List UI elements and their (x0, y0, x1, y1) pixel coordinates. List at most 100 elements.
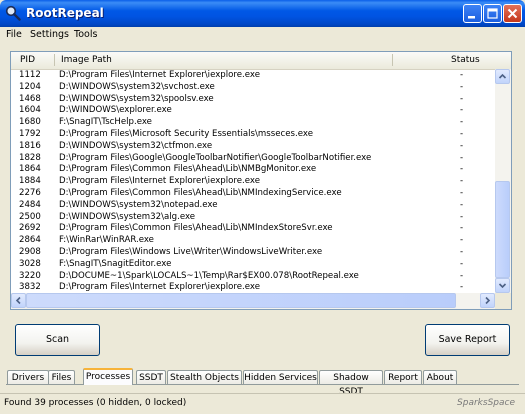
column-header-status[interactable]: Status (451, 55, 480, 65)
menu-bar: File Settings Tools (0, 27, 525, 45)
table-row[interactable]: 1204 D:\WINDOWS\system32\svchost.exe - (11, 82, 495, 94)
close-button[interactable] (503, 4, 522, 23)
pid-cell: 1816 (19, 140, 41, 151)
status-cell: - (460, 93, 464, 104)
column-header-image-path[interactable]: Image Path (61, 55, 112, 65)
minimize-button[interactable] (463, 4, 482, 23)
table-row[interactable]: 1816 D:\WINDOWS\system32\ctfmon.exe - (11, 141, 495, 153)
scroll-down-icon (498, 283, 507, 289)
tab-hidden-services[interactable]: Hidden Services (243, 370, 318, 384)
pid-cell: 2276 (19, 187, 41, 198)
table-row[interactable]: 2864 F:\WinRar\WinRAR.exe - (11, 235, 495, 247)
horizontal-scroll-thumb[interactable] (26, 293, 456, 308)
pid-cell: 1792 (19, 128, 41, 139)
tab-ssdt[interactable]: SSDT (136, 370, 166, 384)
pid-cell: 2484 (19, 199, 41, 210)
pid-cell: 3028 (19, 258, 41, 269)
pid-cell: 1204 (19, 81, 41, 92)
image-path-cell: F:\WinRar\WinRAR.exe (59, 235, 154, 246)
status-cell: - (460, 246, 464, 257)
tab-files[interactable]: Files (48, 370, 75, 384)
pid-cell: 1864 (19, 164, 41, 175)
status-cell: - (460, 176, 464, 187)
scroll-left-icon (15, 296, 21, 305)
status-cell: - (460, 70, 464, 80)
scrollbar-corner (495, 293, 511, 309)
pid-cell: 1604 (19, 105, 41, 116)
image-path-cell: D:\WINDOWS\system32\notepad.exe (59, 199, 218, 210)
menu-tools[interactable]: Tools (74, 29, 97, 40)
horizontal-scrollbar[interactable] (11, 293, 495, 309)
pid-cell: 2908 (19, 246, 41, 257)
status-cell: - (460, 105, 464, 116)
table-row[interactable]: 2692 D:\Program Files\Common Files\Ahead\… (11, 223, 495, 235)
tab-stealth-objects[interactable]: Stealth Objects (167, 370, 242, 384)
table-row[interactable]: 1680 F:\SnagIT\TscHelp.exe - (11, 117, 495, 129)
table-row[interactable]: 1792 D:\Program Files\Microsoft Security … (11, 129, 495, 141)
image-path-cell: D:\DOCUME~1\Spark\LOCALS~1\Temp\Rar$EX00… (59, 270, 359, 281)
tab-shadow-ssdt[interactable]: Shadow SSDT (319, 370, 383, 397)
table-row[interactable]: 1604 D:\WINDOWS\explorer.exe - (11, 105, 495, 117)
pid-cell: 1468 (19, 93, 41, 104)
scroll-up-icon (498, 73, 507, 79)
tab-drivers[interactable]: Drivers (7, 370, 49, 384)
table-row[interactable]: 1468 D:\WINDOWS\system32\spoolsv.exe - (11, 94, 495, 106)
app-window: RootRepeal File Settings Tools PID Image… (0, 0, 525, 413)
window-title: RootRepeal (26, 6, 104, 20)
table-row[interactable]: 3220 D:\DOCUME~1\Spark\LOCALS~1\Temp\Rar$… (11, 271, 495, 283)
scroll-down-button[interactable] (495, 278, 510, 293)
pid-cell: 3220 (19, 270, 41, 281)
tab-about[interactable]: About (423, 370, 457, 384)
image-path-cell: F:\SnagIT\TscHelp.exe (59, 117, 152, 128)
close-icon (507, 8, 518, 19)
scroll-left-button[interactable] (11, 293, 26, 308)
maximize-button[interactable] (483, 4, 502, 23)
status-cell: - (460, 270, 464, 281)
table-row[interactable]: 1864 D:\Program Files\Common Files\Ahead\… (11, 164, 495, 176)
status-cell: - (460, 211, 464, 222)
menu-file[interactable]: File (6, 29, 22, 40)
table-row[interactable]: 1112 D:\Program Files\Internet Explorer\i… (11, 70, 495, 82)
process-table[interactable]: PID Image Path Status 1112 D:\Program Fil… (10, 51, 512, 310)
image-path-cell: D:\Program Files\Common Files\Ahead\Lib\… (59, 187, 342, 198)
column-header-pid[interactable]: PID (20, 55, 35, 65)
image-path-cell: D:\Program Files\Windows Live\Writer\Win… (59, 246, 323, 257)
save-report-button[interactable]: Save Report (425, 324, 510, 356)
vertical-scrollbar[interactable] (495, 69, 511, 294)
table-header: PID Image Path Status (11, 52, 511, 70)
table-row[interactable]: 2484 D:\WINDOWS\system32\notepad.exe - (11, 200, 495, 212)
image-path-cell: D:\Program Files\Internet Explorer\iexpl… (59, 176, 260, 187)
column-separator[interactable] (392, 54, 393, 66)
table-row[interactable]: 1884 D:\Program Files\Internet Explorer\i… (11, 176, 495, 188)
status-cell: - (460, 235, 464, 246)
maximize-icon (487, 8, 498, 19)
table-row[interactable]: 1828 D:\Program Files\Google\GoogleToolba… (11, 153, 495, 165)
scroll-right-button[interactable] (480, 293, 495, 308)
status-cell: - (460, 258, 464, 269)
pid-cell: 1884 (19, 176, 41, 187)
image-path-cell: D:\Program Files\Microsoft Security Esse… (59, 128, 313, 139)
image-path-cell: D:\WINDOWS\system32\spoolsv.exe (59, 93, 214, 104)
image-path-cell: D:\Program Files\Common Files\Ahead\Lib\… (59, 164, 317, 175)
scan-button[interactable]: Scan (15, 324, 100, 356)
status-cell: - (460, 164, 464, 175)
column-separator[interactable] (54, 54, 55, 66)
status-cell: - (460, 128, 464, 139)
pid-cell: 2692 (19, 223, 41, 234)
status-cell: - (460, 187, 464, 198)
status-text: Found 39 processes (0 hidden, 0 locked) (4, 398, 187, 408)
vertical-scroll-thumb[interactable] (495, 181, 510, 278)
table-row[interactable]: 2908 D:\Program Files\Windows Live\Writer… (11, 247, 495, 259)
image-path-cell: D:\WINDOWS\explorer.exe (59, 105, 172, 116)
menu-settings[interactable]: Settings (30, 29, 69, 40)
scroll-up-button[interactable] (495, 69, 510, 84)
table-row[interactable]: 2500 D:\WINDOWS\system32\alg.exe - (11, 212, 495, 224)
magnifier-app-icon (5, 5, 21, 21)
tab-processes[interactable]: Processes (83, 368, 133, 385)
table-row[interactable]: 2276 D:\Program Files\Common Files\Ahead\… (11, 188, 495, 200)
tab-report[interactable]: Report (384, 370, 422, 384)
title-bar[interactable]: RootRepeal (0, 0, 525, 27)
table-row[interactable]: 3028 F:\SnagIT\SnagitEditor.exe - (11, 259, 495, 271)
image-path-cell: D:\Program Files\Internet Explorer\iexpl… (59, 70, 260, 80)
watermark: SparksSpace (457, 398, 515, 408)
